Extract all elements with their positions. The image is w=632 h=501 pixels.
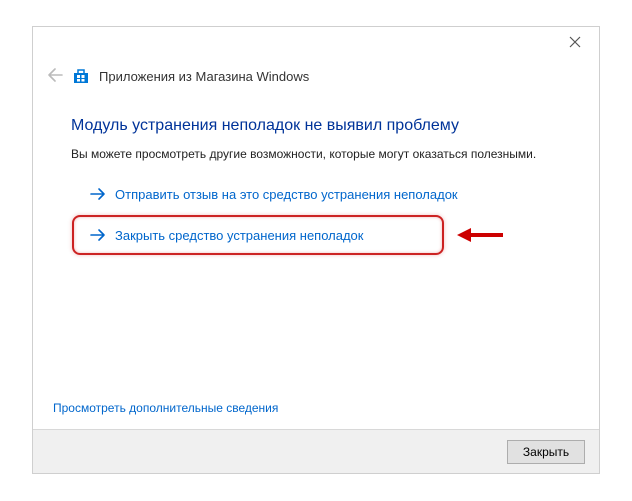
store-icon bbox=[73, 68, 89, 84]
link-close-troubleshooter[interactable]: Закрыть средство устранения неполадок bbox=[72, 215, 444, 255]
main-heading: Модуль устранения неполадок не выявил пр… bbox=[71, 117, 459, 135]
close-button[interactable]: Закрыть bbox=[507, 440, 585, 464]
dialog-header: Приложения из Магазина Windows bbox=[47, 67, 309, 85]
arrow-right-icon bbox=[89, 226, 107, 244]
dialog-title: Приложения из Магазина Windows bbox=[99, 69, 309, 84]
arrow-right-icon bbox=[89, 185, 107, 203]
dialog-footer: Закрыть bbox=[33, 429, 599, 473]
sub-text: Вы можете просмотреть другие возможности… bbox=[71, 147, 536, 161]
annotation-arrow-icon bbox=[457, 225, 505, 245]
back-arrow-icon[interactable] bbox=[47, 67, 63, 85]
link-more-info[interactable]: Просмотреть дополнительные сведения bbox=[53, 401, 278, 415]
close-icon[interactable] bbox=[569, 35, 585, 51]
link-label: Закрыть средство устранения неполадок bbox=[115, 228, 363, 243]
link-send-feedback[interactable]: Отправить отзыв на это средство устранен… bbox=[89, 185, 458, 203]
link-label: Отправить отзыв на это средство устранен… bbox=[115, 187, 458, 202]
troubleshooter-dialog: Приложения из Магазина Windows Модуль ус… bbox=[32, 26, 600, 474]
